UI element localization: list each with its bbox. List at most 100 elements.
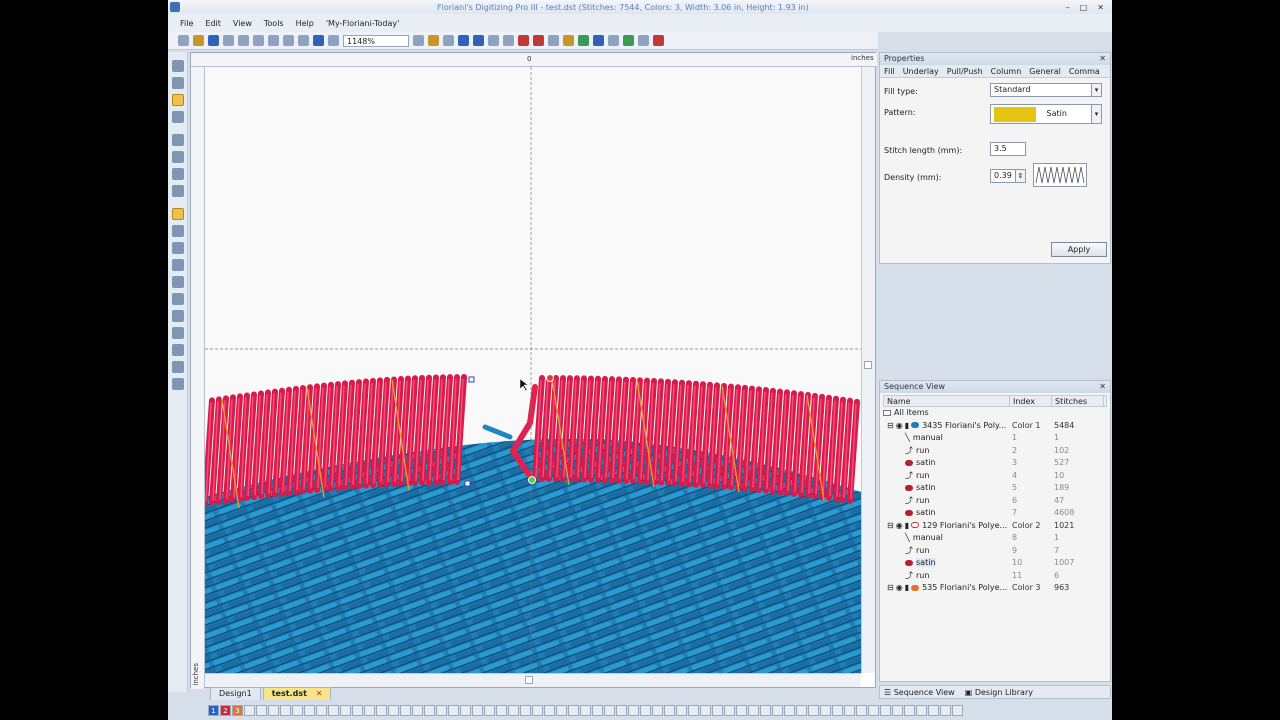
tab-design1[interactable]: Design1 bbox=[210, 687, 261, 700]
empty-color-slot[interactable] bbox=[820, 704, 831, 716]
curve-tool-icon[interactable] bbox=[503, 35, 514, 46]
stitch-player-icon[interactable] bbox=[458, 35, 469, 46]
empty-color-slot[interactable] bbox=[544, 704, 555, 716]
paste-icon[interactable] bbox=[298, 35, 309, 46]
menu-my-floriani[interactable]: 'My-Floriani-Today' bbox=[326, 19, 400, 28]
fill-tool-icon[interactable] bbox=[533, 35, 544, 46]
empty-color-slot[interactable] bbox=[616, 704, 627, 716]
empty-color-slot[interactable] bbox=[904, 704, 915, 716]
machine-icon[interactable] bbox=[238, 35, 249, 46]
border-icon[interactable] bbox=[172, 293, 184, 305]
open-folder-icon[interactable] bbox=[193, 35, 204, 46]
empty-color-slot[interactable] bbox=[832, 704, 843, 716]
select-arrow-icon[interactable] bbox=[172, 60, 184, 72]
sequence-row[interactable]: ╲ manual 1 1 bbox=[883, 432, 1107, 445]
mirror-icon[interactable] bbox=[172, 327, 184, 339]
expand-toggle-icon[interactable]: ⊟ bbox=[887, 421, 894, 430]
chevron-down-icon[interactable]: ▾ bbox=[1091, 84, 1101, 96]
grid-icon[interactable] bbox=[172, 225, 184, 237]
fill-type-select[interactable]: Standard ▾ bbox=[990, 83, 1102, 97]
empty-color-slot[interactable] bbox=[340, 704, 351, 716]
all-items-row[interactable]: All items bbox=[883, 407, 1107, 420]
align-icon[interactable] bbox=[172, 344, 184, 356]
empty-color-slot[interactable] bbox=[868, 704, 879, 716]
rotate-right-icon[interactable] bbox=[172, 378, 184, 390]
color-swatch-2[interactable]: 2 bbox=[220, 704, 231, 716]
empty-color-slot[interactable] bbox=[328, 704, 339, 716]
empty-color-slot[interactable] bbox=[892, 704, 903, 716]
rotate-left-icon[interactable] bbox=[172, 361, 184, 373]
text-tool-icon[interactable] bbox=[653, 35, 664, 46]
empty-color-slot[interactable] bbox=[364, 704, 375, 716]
empty-color-slot[interactable] bbox=[580, 704, 591, 716]
empty-color-slot[interactable] bbox=[640, 704, 651, 716]
menu-tools[interactable]: Tools bbox=[264, 19, 284, 28]
density-stepper[interactable]: 0.39 ⇕ bbox=[990, 169, 1026, 183]
vertical-scroll-thumb[interactable] bbox=[864, 361, 872, 369]
tab-close-icon[interactable]: ✕ bbox=[316, 689, 323, 698]
horizontal-scroll-thumb[interactable] bbox=[525, 676, 533, 684]
empty-color-slot[interactable] bbox=[772, 704, 783, 716]
redo-icon[interactable] bbox=[328, 35, 339, 46]
empty-color-slot[interactable] bbox=[556, 704, 567, 716]
empty-color-slot[interactable] bbox=[532, 704, 543, 716]
picture-icon[interactable] bbox=[172, 310, 184, 322]
empty-color-slot[interactable] bbox=[688, 704, 699, 716]
color-group-row[interactable]: ⊟ ◉ ▮ 3435 Floriani's Poly... Color 1 5484 bbox=[883, 420, 1107, 433]
expand-toggle-icon[interactable]: ⊟ bbox=[887, 521, 894, 530]
empty-color-slot[interactable] bbox=[292, 704, 303, 716]
tab-comma[interactable]: Comma bbox=[1069, 65, 1100, 77]
tab-test-dst[interactable]: test.dst ✕ bbox=[262, 687, 332, 700]
visibility-icon[interactable]: ◉ bbox=[896, 421, 903, 430]
shape-tool-icon[interactable] bbox=[563, 35, 574, 46]
empty-color-slot[interactable] bbox=[592, 704, 603, 716]
cross-tool-icon[interactable] bbox=[608, 35, 619, 46]
hoop-icon[interactable] bbox=[443, 35, 454, 46]
sequence-row[interactable]: satin 10 1007 bbox=[883, 557, 1107, 570]
empty-color-slot[interactable] bbox=[496, 704, 507, 716]
empty-color-slot[interactable] bbox=[316, 704, 327, 716]
tab-pull-push[interactable]: Pull/Push bbox=[947, 65, 983, 77]
empty-color-slot[interactable] bbox=[508, 704, 519, 716]
color-group-row[interactable]: ⊟ ◉ ▮ 535 Floriani's Polye... Color 3 963 bbox=[883, 582, 1107, 595]
zoom-icon[interactable] bbox=[172, 134, 184, 146]
empty-color-slot[interactable] bbox=[268, 704, 279, 716]
motif-tool-icon[interactable] bbox=[578, 35, 589, 46]
lock-icon[interactable]: ▮ bbox=[905, 521, 909, 530]
chevron-down-icon[interactable]: ▾ bbox=[1091, 105, 1101, 123]
measure-icon[interactable] bbox=[172, 168, 184, 180]
empty-color-slot[interactable] bbox=[760, 704, 771, 716]
tab-design-library[interactable]: ▣ Design Library bbox=[965, 688, 1033, 697]
tab-sequence-view[interactable]: ☰ Sequence View bbox=[884, 688, 955, 697]
empty-color-slot[interactable] bbox=[256, 704, 267, 716]
maximize-icon[interactable]: □ bbox=[1080, 3, 1088, 12]
lock-icon[interactable]: ▮ bbox=[905, 583, 909, 592]
save-icon[interactable] bbox=[208, 35, 219, 46]
column-header-index[interactable]: Index bbox=[1010, 396, 1052, 406]
empty-color-slot[interactable] bbox=[448, 704, 459, 716]
empty-color-slot[interactable] bbox=[808, 704, 819, 716]
empty-color-slot[interactable] bbox=[952, 704, 963, 716]
pattern-select[interactable]: Satin ▾ bbox=[990, 104, 1102, 124]
edit-tool-icon[interactable] bbox=[548, 35, 559, 46]
empty-color-slot[interactable] bbox=[604, 704, 615, 716]
pan-icon[interactable] bbox=[172, 151, 184, 163]
apply-button[interactable]: Apply bbox=[1051, 242, 1107, 257]
pen-tool-icon[interactable] bbox=[638, 35, 649, 46]
design-canvas[interactable]: 0 inches inches bbox=[190, 52, 877, 689]
minimize-icon[interactable]: – bbox=[1066, 3, 1070, 12]
empty-color-slot[interactable] bbox=[472, 704, 483, 716]
empty-color-slot[interactable] bbox=[460, 704, 471, 716]
new-file-icon[interactable] bbox=[178, 35, 189, 46]
empty-color-slot[interactable] bbox=[568, 704, 579, 716]
tab-column[interactable]: Column bbox=[991, 65, 1022, 77]
empty-color-slot[interactable] bbox=[520, 704, 531, 716]
empty-color-slot[interactable] bbox=[664, 704, 675, 716]
visibility-icon[interactable]: ◉ bbox=[896, 583, 903, 592]
menu-edit[interactable]: Edit bbox=[205, 19, 221, 28]
autodigitize-icon[interactable] bbox=[623, 35, 634, 46]
empty-color-slot[interactable] bbox=[712, 704, 723, 716]
visibility-icon[interactable]: ◉ bbox=[896, 521, 903, 530]
menu-file[interactable]: File bbox=[180, 19, 193, 28]
empty-color-slot[interactable] bbox=[736, 704, 747, 716]
